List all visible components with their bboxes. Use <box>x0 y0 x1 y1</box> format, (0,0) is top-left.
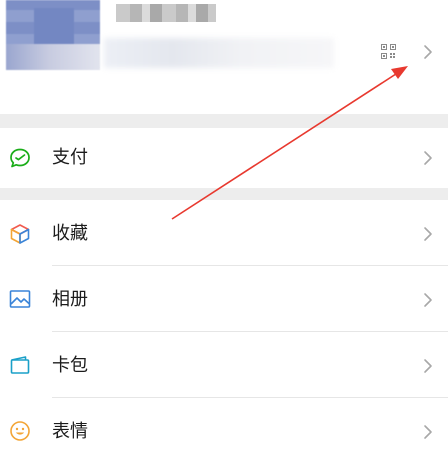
section-gap <box>0 188 448 200</box>
chevron-right-icon <box>424 293 432 307</box>
picture-icon <box>9 290 31 308</box>
menu-item-stickers[interactable]: 表情 <box>0 398 448 459</box>
chevron-right-icon <box>424 151 432 165</box>
menu-item-pay[interactable]: 支付 <box>0 128 448 188</box>
menu-item-favorites[interactable]: 收藏 <box>0 200 448 266</box>
cube-icon <box>10 224 30 244</box>
menu-item-album[interactable]: 相册 <box>0 266 448 332</box>
smiley-icon <box>10 421 30 441</box>
menu-item-album-label: 相册 <box>52 289 88 310</box>
menu-item-pay-label: 支付 <box>52 147 88 168</box>
qr-code-icon[interactable] <box>381 44 396 59</box>
section-gap <box>0 114 448 128</box>
chevron-right-icon <box>424 227 432 241</box>
menu-item-stickers-label: 表情 <box>52 421 88 442</box>
card-pack-icon <box>10 356 30 374</box>
menu-item-cards[interactable]: 卡包 <box>0 332 448 398</box>
menu-item-cards-label: 卡包 <box>52 355 88 376</box>
chevron-right-icon[interactable] <box>421 44 435 60</box>
menu-item-favorites-label: 收藏 <box>52 223 88 244</box>
wallet-icon <box>10 148 30 168</box>
chevron-right-icon <box>424 359 432 373</box>
nickname-redacted <box>116 4 216 22</box>
profile-header[interactable] <box>0 0 448 114</box>
account-id-redacted <box>104 38 334 68</box>
chevron-right-icon <box>424 425 432 439</box>
avatar[interactable] <box>6 0 100 70</box>
